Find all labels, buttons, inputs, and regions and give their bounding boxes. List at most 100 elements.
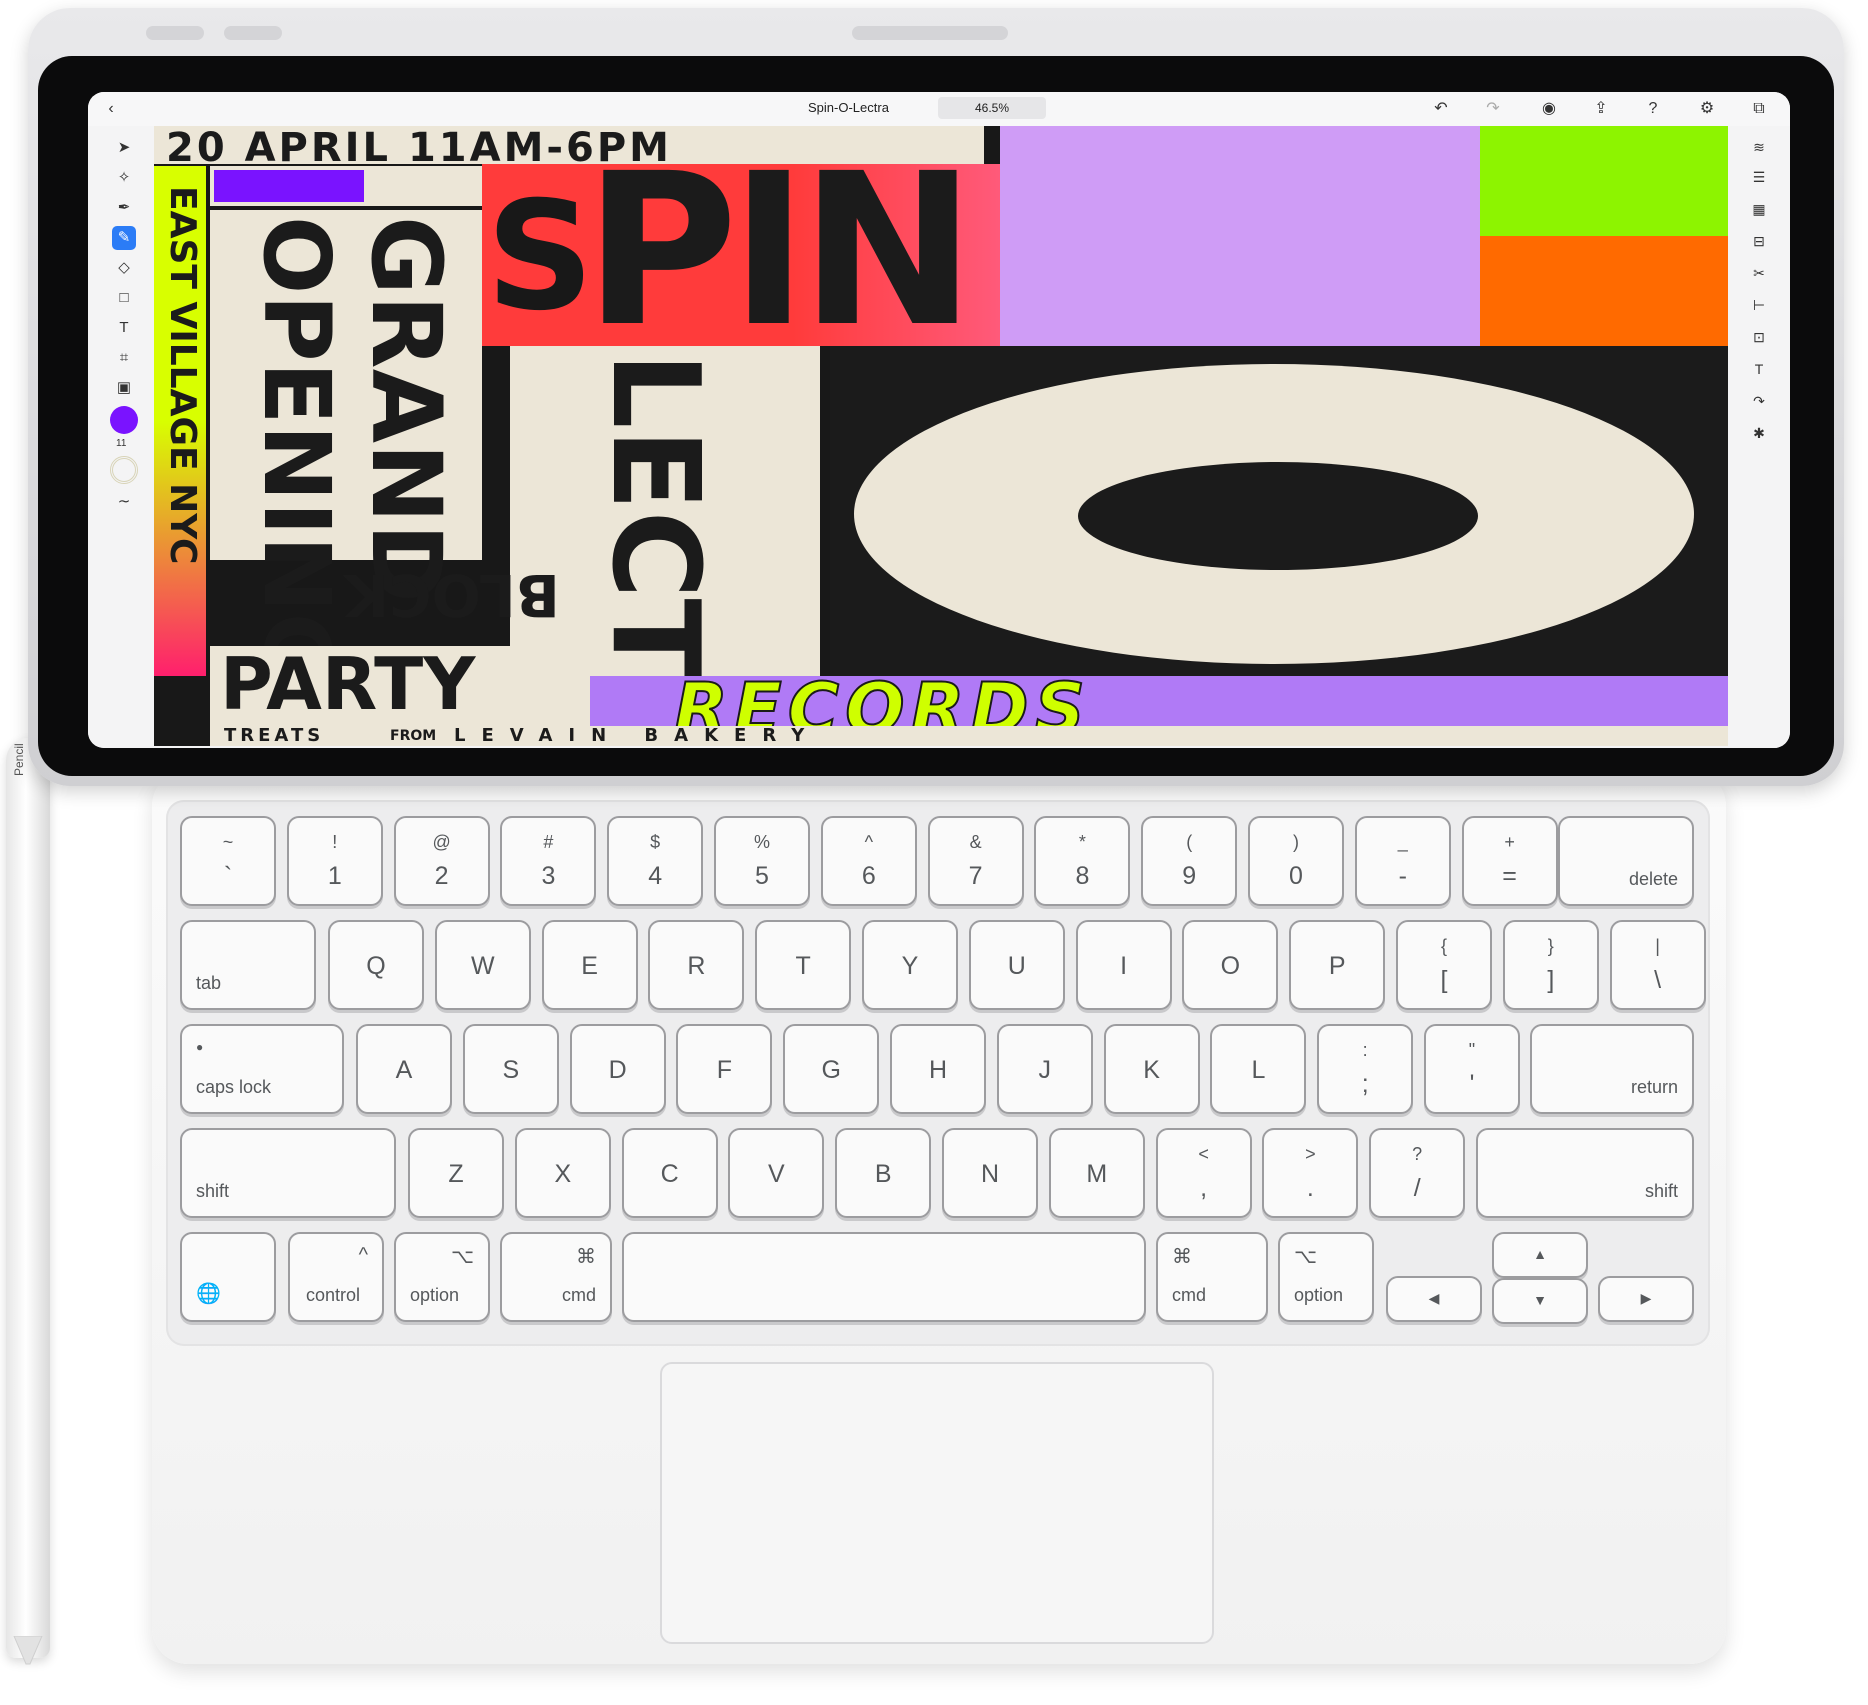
- crop-icon[interactable]: ⌗: [112, 346, 136, 370]
- undo-icon[interactable]: ↶: [1430, 98, 1452, 120]
- layers-icon[interactable]: ≋: [1748, 136, 1770, 158]
- key-0[interactable]: ) 0: [1248, 816, 1344, 906]
- key-w[interactable]: W: [434, 920, 531, 1010]
- key-punct-1[interactable]: " ': [1424, 1024, 1520, 1114]
- pencil-icon[interactable]: ✎: [112, 226, 136, 250]
- key-cmd-left[interactable]: ⌘ cmd: [500, 1232, 612, 1322]
- key-arrow-right[interactable]: ▶: [1598, 1276, 1694, 1322]
- key-v[interactable]: V: [728, 1128, 825, 1218]
- key-7[interactable]: & 7: [927, 816, 1024, 906]
- settings-icon[interactable]: ✱: [1748, 422, 1770, 444]
- key-sym-2[interactable]: ? /: [1369, 1128, 1466, 1218]
- key-l[interactable]: L: [1210, 1024, 1307, 1114]
- stroke-swatch[interactable]: [110, 456, 138, 484]
- key-tab[interactable]: tab: [180, 920, 316, 1010]
- key-m[interactable]: M: [1048, 1128, 1145, 1218]
- color-swatch[interactable]: [110, 406, 138, 434]
- key-o[interactable]: O: [1182, 920, 1279, 1010]
- key-globe[interactable]: 🌐: [180, 1232, 276, 1322]
- key-symbol-1[interactable]: }]: [1502, 920, 1599, 1010]
- image-icon[interactable]: ▣: [112, 376, 136, 400]
- eraser-icon[interactable]: ◇: [112, 256, 136, 280]
- key-b[interactable]: B: [835, 1128, 932, 1218]
- key-x[interactable]: X: [514, 1128, 611, 1218]
- text-style-icon[interactable]: T: [1748, 358, 1770, 380]
- curve-icon[interactable]: ∼: [112, 490, 136, 514]
- export-icon[interactable]: ⧉: [1748, 98, 1770, 120]
- key-option-left[interactable]: ⌥ option: [394, 1232, 490, 1322]
- right-toolbar: ≋ ☰ ▦ ⊟ ✂ ⊢ ⊡ T ↷ ✱: [1728, 126, 1790, 748]
- key--[interactable]: _ -: [1354, 816, 1451, 906]
- type-icon[interactable]: T: [112, 316, 136, 340]
- key-1[interactable]: ! 1: [286, 816, 383, 906]
- pen-icon[interactable]: ✒: [112, 196, 136, 220]
- key-2[interactable]: @2: [393, 816, 490, 906]
- key-symbol-0[interactable]: {[: [1396, 920, 1492, 1010]
- shape-icon[interactable]: □: [112, 286, 136, 310]
- key-caps-lock[interactable]: ● caps lock: [180, 1024, 344, 1114]
- grid-icon[interactable]: ▦: [1748, 198, 1770, 220]
- trackpad[interactable]: [660, 1362, 1214, 1644]
- gear-icon[interactable]: ⚙: [1696, 98, 1718, 120]
- key-n[interactable]: N: [942, 1128, 1038, 1218]
- key-arrow-left[interactable]: ◀: [1386, 1276, 1482, 1322]
- key-6[interactable]: ^ 6: [820, 816, 917, 906]
- key-e[interactable]: E: [541, 920, 638, 1010]
- document-title[interactable]: Spin-O-Lectra: [808, 100, 889, 115]
- key-t[interactable]: T: [755, 920, 852, 1010]
- pointer-icon[interactable]: ➤: [112, 136, 136, 160]
- key-s[interactable]: S: [462, 1024, 559, 1114]
- distribute-icon[interactable]: ⊢: [1748, 294, 1770, 316]
- key-g[interactable]: G: [783, 1024, 880, 1114]
- key-return[interactable]: return: [1530, 1024, 1694, 1114]
- key-r[interactable]: R: [648, 920, 745, 1010]
- align-icon[interactable]: ⊟: [1748, 230, 1770, 252]
- key-y[interactable]: Y: [862, 920, 958, 1010]
- key-backtick[interactable]: ~ `: [180, 816, 276, 906]
- scissors-icon[interactable]: ✂: [1748, 262, 1770, 284]
- key-3[interactable]: #3: [500, 816, 597, 906]
- help-icon[interactable]: ?: [1642, 98, 1664, 120]
- key-c[interactable]: C: [621, 1128, 718, 1218]
- key-5[interactable]: % 5: [714, 816, 810, 906]
- key-delete[interactable]: delete: [1558, 816, 1694, 906]
- key-u[interactable]: U: [968, 920, 1065, 1010]
- key-punct-0[interactable]: :;: [1317, 1024, 1414, 1114]
- back-chevron-icon[interactable]: ‹: [100, 98, 122, 120]
- key-shift-left[interactable]: shift: [180, 1128, 396, 1218]
- key-cmd-right[interactable]: ⌘ cmd: [1156, 1232, 1268, 1322]
- key-9[interactable]: (9: [1141, 816, 1238, 906]
- key-arrow-down[interactable]: ▼: [1492, 1278, 1588, 1324]
- key-symbol-2[interactable]: | \: [1609, 920, 1706, 1010]
- spin-text: PIN: [584, 128, 976, 373]
- key-8[interactable]: * 8: [1034, 816, 1131, 906]
- key-p[interactable]: P: [1289, 920, 1386, 1010]
- key-arrow-up[interactable]: ▲: [1492, 1232, 1588, 1278]
- key-i[interactable]: I: [1075, 920, 1172, 1010]
- key-4[interactable]: $4: [607, 816, 704, 906]
- subselect-icon[interactable]: ✧: [112, 166, 136, 190]
- key-h[interactable]: H: [890, 1024, 986, 1114]
- key-j[interactable]: J: [996, 1024, 1093, 1114]
- path-icon[interactable]: ↷: [1748, 390, 1770, 412]
- poster-artwork[interactable]: 20 APRIL 11AM-6PM S PIN EAST VILLAGE NYC…: [154, 126, 1728, 746]
- key-shift-right[interactable]: shift: [1476, 1128, 1694, 1218]
- key-d[interactable]: D: [569, 1024, 666, 1114]
- key-option-right[interactable]: ⌥ option: [1278, 1232, 1374, 1322]
- key-=[interactable]: + =: [1461, 816, 1558, 906]
- key-z[interactable]: Z: [408, 1128, 504, 1218]
- redo-icon[interactable]: ↷: [1482, 98, 1504, 120]
- adjust-icon[interactable]: ☰: [1748, 166, 1770, 188]
- key-space[interactable]: [622, 1232, 1146, 1322]
- key-control[interactable]: ^ control: [288, 1232, 384, 1322]
- key-f[interactable]: F: [676, 1024, 773, 1114]
- share-icon[interactable]: ⇪: [1590, 98, 1612, 120]
- key-a[interactable]: A: [356, 1024, 452, 1114]
- transform-icon[interactable]: ⊡: [1748, 326, 1770, 348]
- zoom-level[interactable]: 46.5%: [938, 97, 1046, 119]
- key-sym-1[interactable]: >.: [1262, 1128, 1359, 1218]
- key-k[interactable]: K: [1103, 1024, 1200, 1114]
- key-sym-0[interactable]: <,: [1155, 1128, 1252, 1218]
- account-icon[interactable]: ◉: [1538, 98, 1560, 120]
- key-q[interactable]: Q: [328, 920, 424, 1010]
